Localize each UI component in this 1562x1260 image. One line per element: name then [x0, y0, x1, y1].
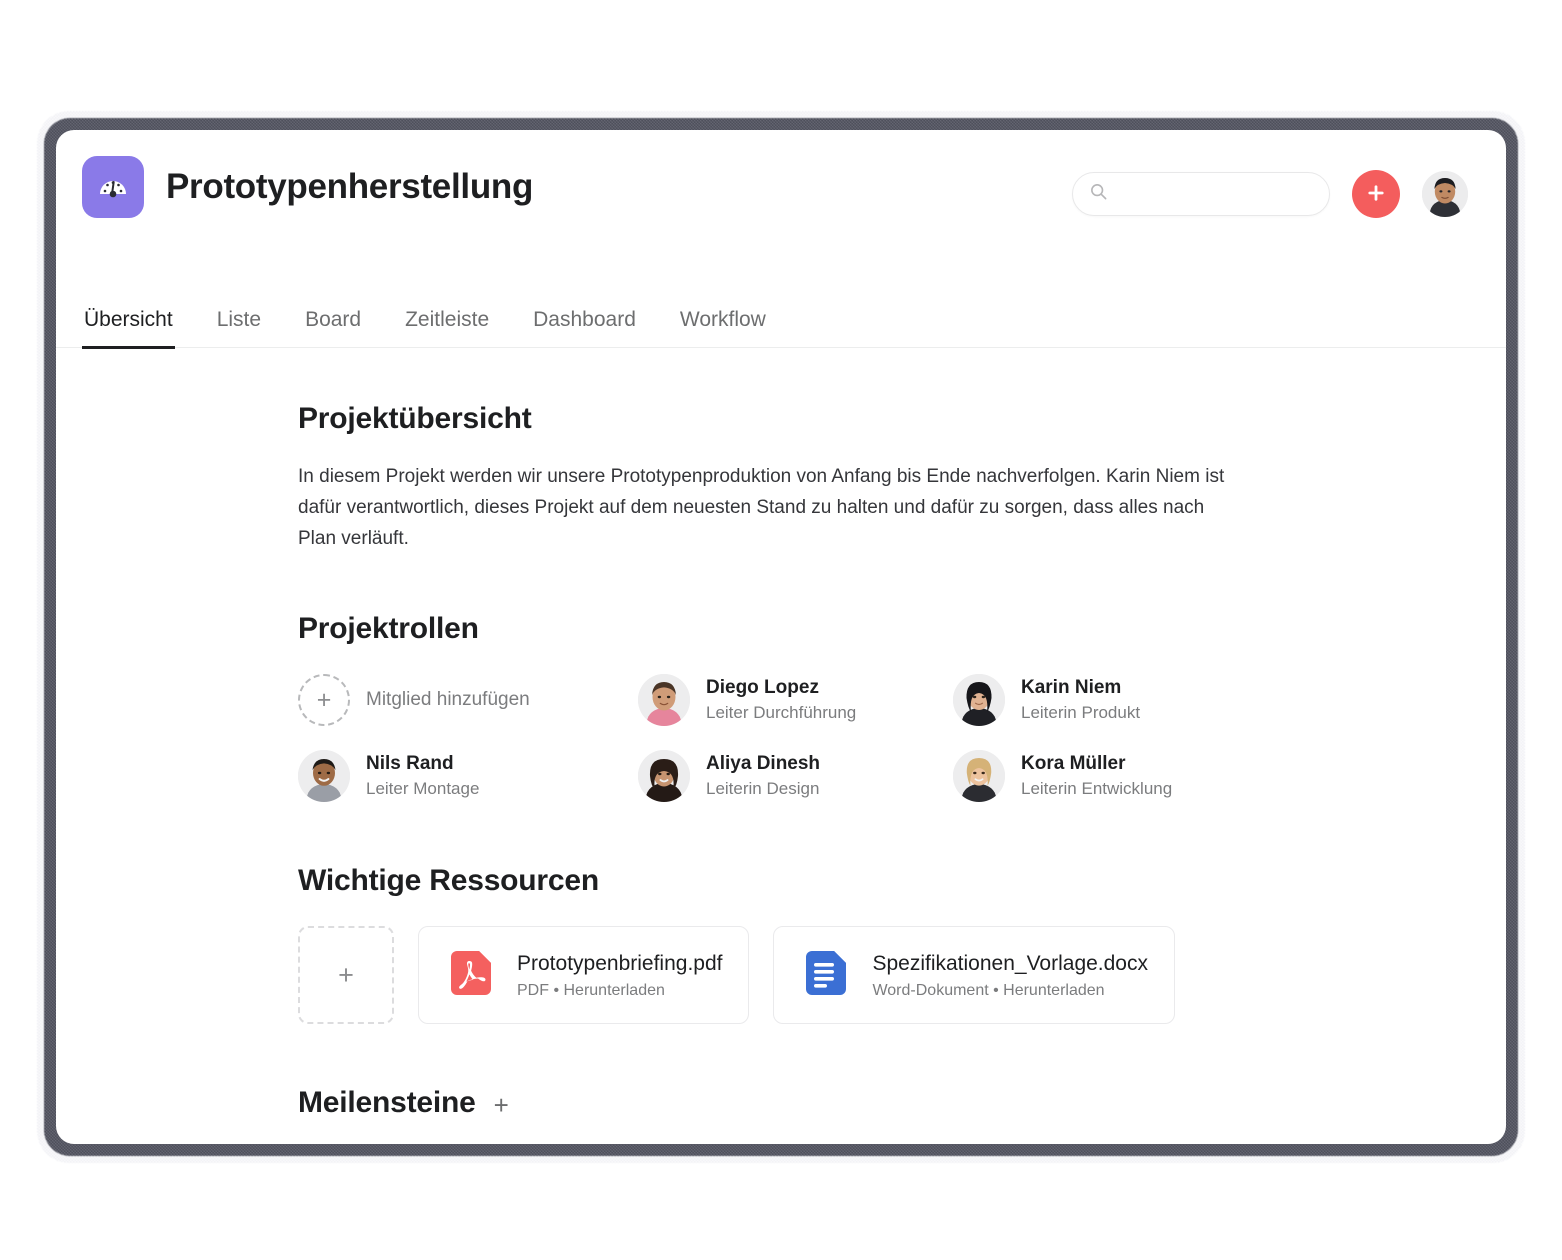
- top-bar-actions: [1072, 170, 1468, 218]
- search-input[interactable]: [1118, 185, 1313, 203]
- resource-card-pdf[interactable]: Prototypenbriefing.pdf PDF • Herunterlad…: [418, 926, 750, 1025]
- role-item[interactable]: Kora Müller Leiterin Entwicklung: [953, 750, 1253, 803]
- tab-zeitleiste[interactable]: Zeitleiste: [403, 308, 491, 349]
- tab-liste[interactable]: Liste: [215, 308, 263, 349]
- tab-dashboard[interactable]: Dashboard: [531, 308, 638, 349]
- role-item[interactable]: Diego Lopez Leiter Durchführung: [638, 674, 953, 727]
- plus-icon: [1365, 182, 1387, 207]
- resource-meta: Word-Dokument • Herunterladen: [872, 982, 1105, 1000]
- resource-card-docx[interactable]: Spezifikationen_Vorlage.docx Word-Dokume…: [773, 926, 1175, 1025]
- role-title: Leiterin Produkt: [1021, 702, 1141, 722]
- role-title: Leiter Montage: [366, 778, 480, 798]
- pdf-file-icon: [441, 945, 497, 1006]
- avatar: [298, 750, 350, 803]
- resource-name: Spezifikationen_Vorlage.docx: [872, 952, 1148, 976]
- role-item[interactable]: Aliya Dinesh Leiterin Design: [638, 750, 953, 803]
- resources-row: + Prototypenbriefing.pdf PDF • Herunterl: [298, 926, 1248, 1025]
- app-window: Prototypenherstellung Übersicht Liste Bo…: [56, 130, 1506, 1144]
- tab-bar: Übersicht Liste Board Zeitleiste Dashboa…: [56, 308, 1506, 349]
- tab-workflow[interactable]: Workflow: [678, 308, 768, 349]
- role-name: Kora Müller: [1021, 753, 1126, 775]
- role-title: Leiter Durchführung: [706, 702, 857, 722]
- tab-ubersicht[interactable]: Übersicht: [82, 308, 175, 349]
- content-area: Projektübersicht In diesem Projekt werde…: [56, 348, 1506, 1144]
- add-resource-button[interactable]: +: [298, 926, 394, 1025]
- tab-board[interactable]: Board: [303, 308, 363, 349]
- avatar: [953, 750, 1005, 803]
- top-bar: Prototypenherstellung: [56, 130, 1506, 282]
- role-name: Aliya Dinesh: [706, 753, 821, 775]
- avatar: [638, 674, 690, 727]
- roles-grid: + Mitglied hinzufügen Diego Lopez Leiter…: [298, 674, 1248, 803]
- screenshot-stage: Prototypenherstellung Übersicht Liste Bo…: [0, 0, 1562, 1260]
- role-name: Karin Niem: [1021, 677, 1122, 699]
- role-name: Nils Rand: [366, 753, 454, 775]
- role-item[interactable]: Nils Rand Leiter Montage: [298, 750, 638, 803]
- role-name: Diego Lopez: [706, 677, 819, 699]
- search-box[interactable]: [1072, 172, 1330, 216]
- resources-heading: Wichtige Ressourcen: [298, 864, 600, 898]
- overview-description: In diesem Projekt werden wir unsere Prot…: [298, 466, 1225, 549]
- word-document-icon: [796, 945, 852, 1006]
- roles-heading: Projektrollen: [298, 612, 479, 646]
- avatar: [638, 750, 690, 803]
- add-member-label: Mitglied hinzufügen: [366, 689, 530, 711]
- role-item[interactable]: Karin Niem Leiterin Produkt: [953, 674, 1253, 727]
- speedometer-icon: [82, 156, 144, 218]
- overview-heading: Projektübersicht: [298, 402, 532, 435]
- milestones-header: Meilensteine +: [298, 1086, 1248, 1120]
- role-title: Leiterin Entwicklung: [1021, 778, 1173, 798]
- add-button[interactable]: [1352, 170, 1400, 218]
- resource-name: Prototypenbriefing.pdf: [517, 952, 723, 976]
- milestones-heading: Meilensteine: [298, 1086, 476, 1120]
- plus-icon: +: [298, 674, 350, 727]
- role-title: Leiterin Design: [706, 778, 820, 798]
- search-icon: [1089, 182, 1108, 206]
- resource-meta: PDF • Herunterladen: [517, 982, 665, 1000]
- avatar: [953, 674, 1005, 727]
- add-member-button[interactable]: + Mitglied hinzufügen: [298, 674, 638, 727]
- page-title: Prototypenherstellung: [166, 167, 534, 206]
- add-milestone-button[interactable]: +: [494, 1092, 509, 1118]
- avatar[interactable]: [1422, 171, 1468, 217]
